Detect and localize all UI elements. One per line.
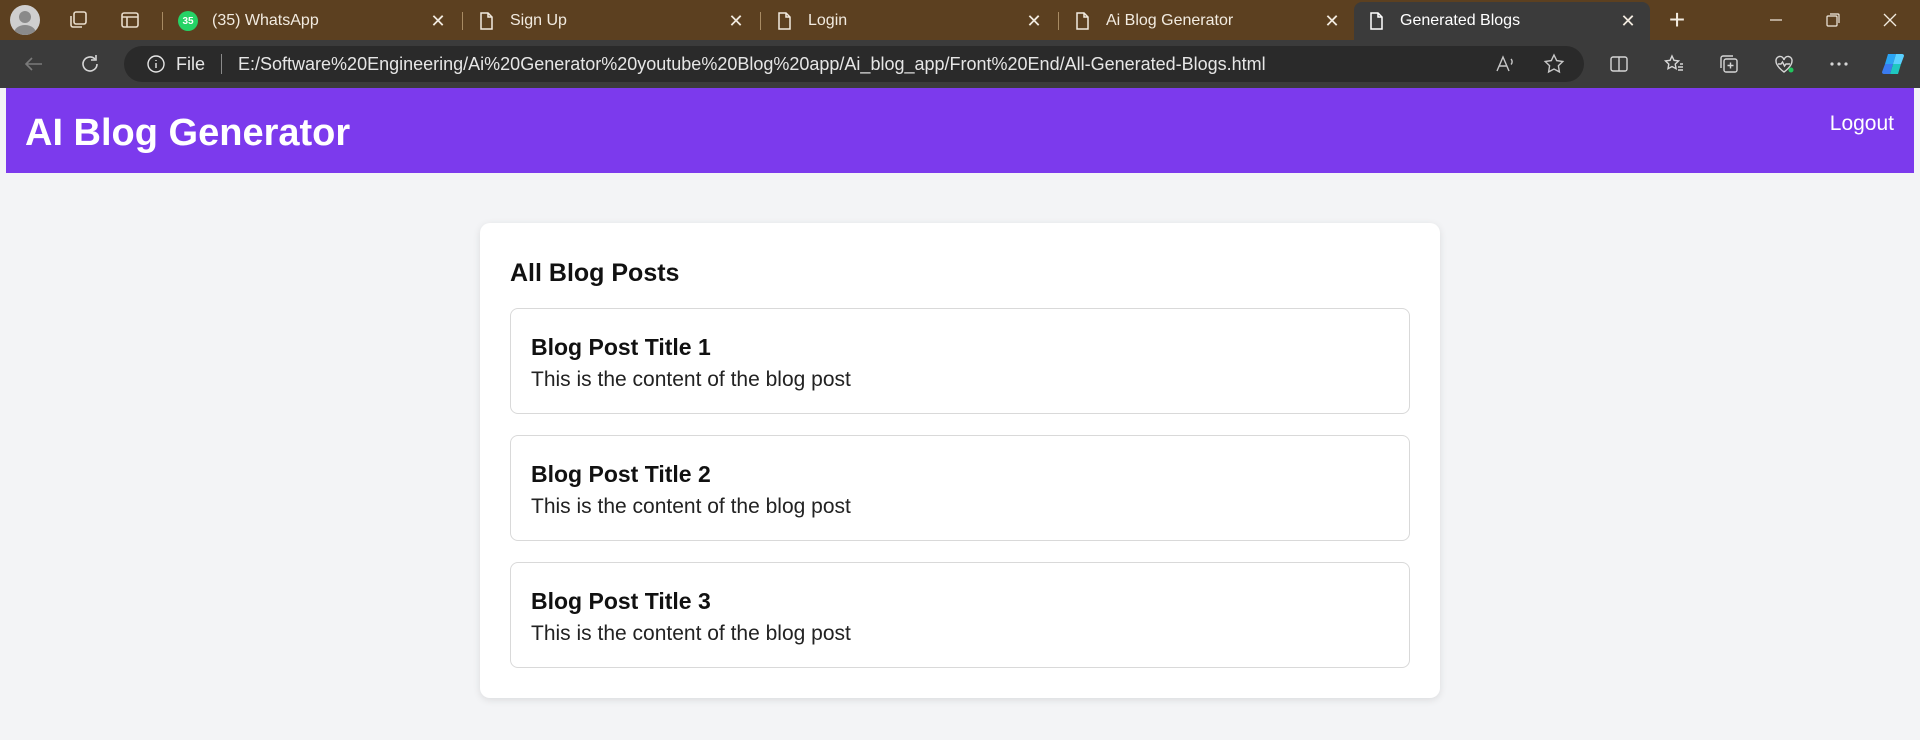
restore-button[interactable] — [1805, 0, 1861, 40]
page-icon — [778, 12, 791, 30]
url-text[interactable]: E:/Software%20Engineering/Ai%20Generator… — [238, 54, 1266, 75]
favorite-star-icon[interactable] — [1539, 49, 1569, 79]
blog-post-item[interactable]: Blog Post Title 3 This is the content of… — [510, 562, 1410, 668]
workspaces-icon[interactable] — [66, 8, 90, 32]
tab-label: Sign Up — [510, 12, 567, 29]
close-window-button[interactable] — [1862, 0, 1918, 40]
tab-actions-icon[interactable] — [118, 8, 142, 32]
blog-post-content: This is the content of the blog post — [531, 368, 851, 391]
more-options-icon[interactable] — [1824, 49, 1854, 79]
new-tab-button[interactable]: + — [1662, 6, 1692, 36]
copilot-icon[interactable] — [1878, 49, 1908, 79]
close-icon[interactable]: ✕ — [1024, 11, 1044, 31]
app-header: AI Blog Generator Logout — [6, 88, 1914, 173]
page-icon — [1076, 12, 1089, 30]
section-heading: All Blog Posts — [510, 259, 680, 287]
info-icon[interactable] — [146, 54, 166, 74]
scheme-label: File — [176, 53, 206, 74]
tab-whatsapp[interactable]: 35 (35) WhatsApp ✕ — [166, 2, 460, 40]
browser-essentials-icon[interactable] — [1769, 49, 1799, 79]
close-icon[interactable]: ✕ — [1322, 11, 1342, 31]
split-screen-icon[interactable] — [1604, 49, 1634, 79]
page-icon — [480, 12, 493, 30]
blog-post-item[interactable]: Blog Post Title 1 This is the content of… — [510, 308, 1410, 414]
back-button[interactable] — [20, 50, 48, 78]
tab-sign-up[interactable]: Sign Up ✕ — [464, 2, 758, 40]
minimize-button[interactable] — [1748, 0, 1804, 40]
blog-post-item[interactable]: Blog Post Title 2 This is the content of… — [510, 435, 1410, 541]
tab-ai-blog-generator[interactable]: Ai Blog Generator ✕ — [1060, 2, 1354, 40]
whatsapp-icon: 35 — [178, 11, 198, 31]
close-icon[interactable]: ✕ — [428, 11, 448, 31]
reload-button[interactable] — [76, 50, 104, 78]
browser-titlebar: 35 (35) WhatsApp ✕ Sign Up ✕ Login ✕ Ai … — [0, 0, 1920, 40]
read-aloud-icon[interactable] — [1490, 49, 1520, 79]
page-content: AI Blog Generator Logout All Blog Posts … — [6, 88, 1914, 740]
logout-link[interactable]: Logout — [1830, 112, 1894, 136]
favorites-icon[interactable] — [1659, 49, 1689, 79]
collections-icon[interactable] — [1714, 49, 1744, 79]
tab-label: Generated Blogs — [1400, 12, 1521, 29]
close-icon[interactable]: ✕ — [726, 11, 746, 31]
blog-post-content: This is the content of the blog post — [531, 622, 851, 645]
tab-login[interactable]: Login ✕ — [762, 2, 1056, 40]
browser-toolbar: File E:/Software%20Engineering/Ai%20Gene… — [0, 40, 1920, 88]
blog-post-content: This is the content of the blog post — [531, 495, 851, 518]
tab-label: Login — [808, 12, 848, 29]
app-title: AI Blog Generator — [25, 112, 351, 154]
blog-post-title[interactable]: Blog Post Title 2 — [531, 461, 711, 488]
tab-label: (35) WhatsApp — [212, 12, 319, 29]
close-icon[interactable]: ✕ — [1618, 11, 1638, 31]
profile-avatar-icon[interactable] — [10, 5, 40, 35]
blog-post-title[interactable]: Blog Post Title 1 — [531, 334, 711, 361]
tab-label: Ai Blog Generator — [1106, 12, 1234, 29]
blog-post-title[interactable]: Blog Post Title 3 — [531, 588, 711, 615]
address-bar[interactable]: File E:/Software%20Engineering/Ai%20Gene… — [124, 46, 1584, 82]
tab-generated-blogs[interactable]: Generated Blogs ✕ — [1354, 2, 1650, 40]
blog-posts-card: All Blog Posts Blog Post Title 1 This is… — [480, 223, 1440, 698]
page-icon — [1370, 12, 1383, 30]
